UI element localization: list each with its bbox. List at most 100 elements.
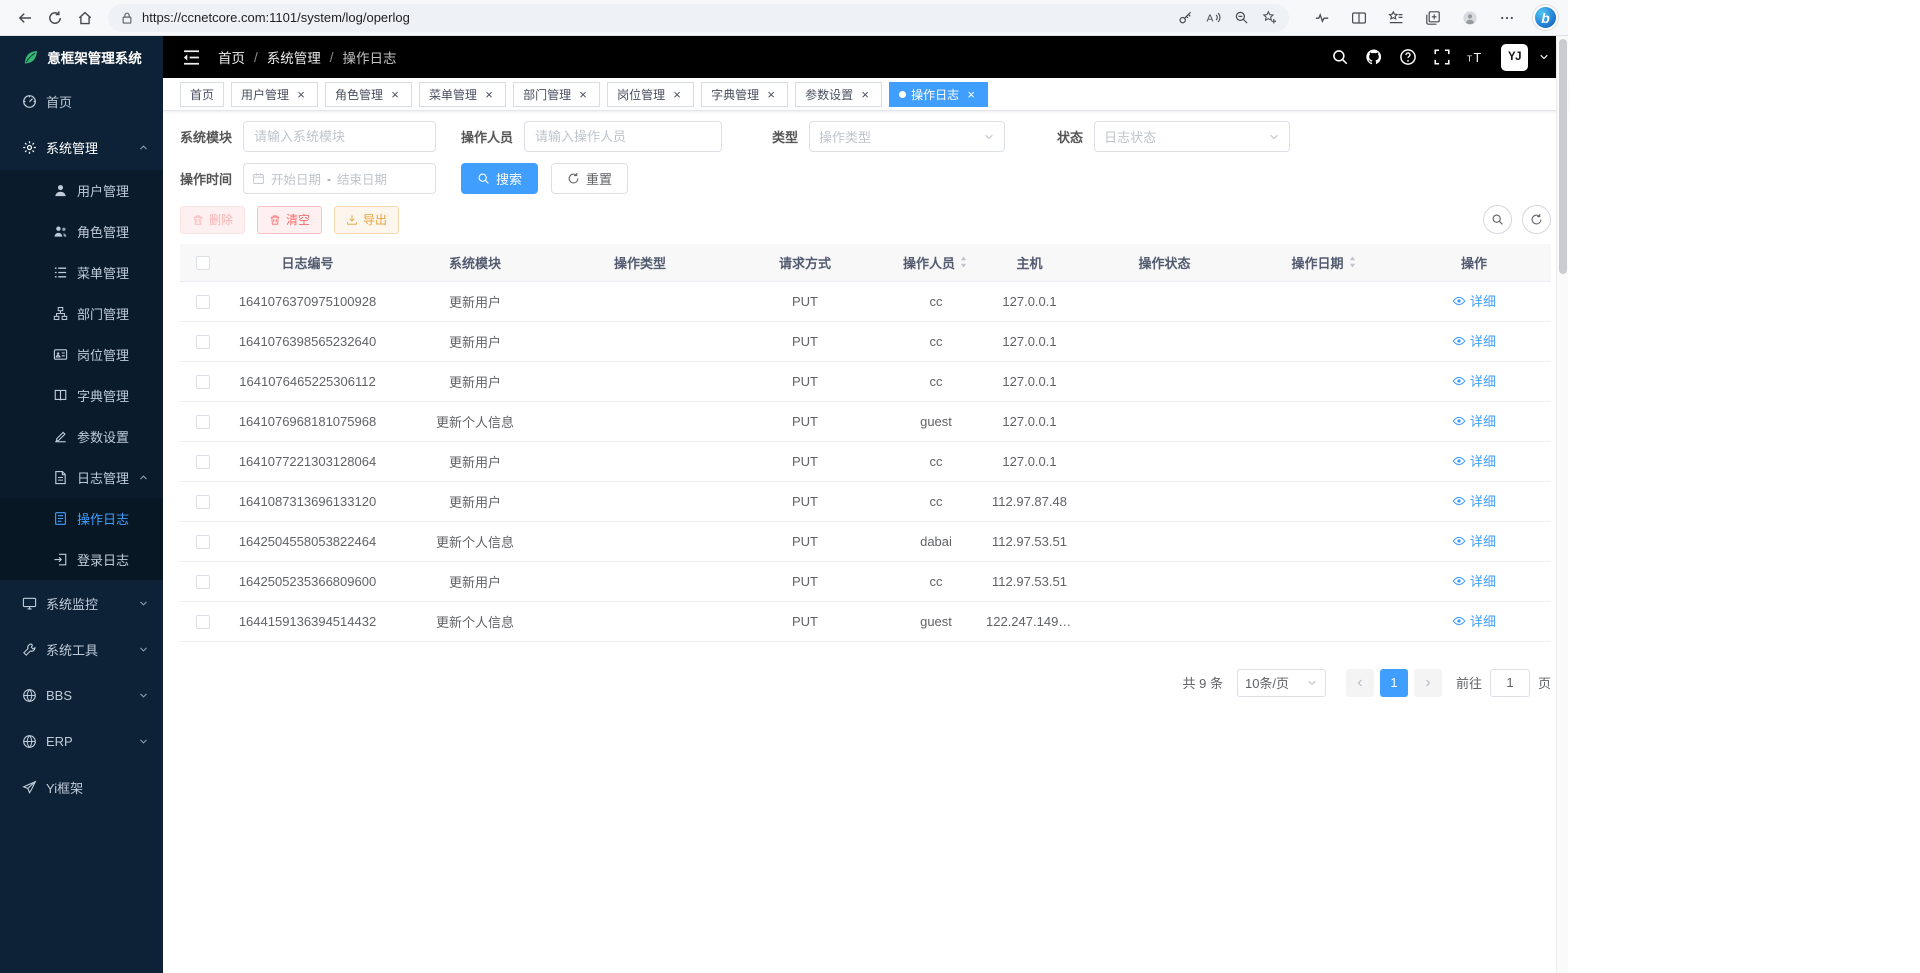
sidebar-item-dict[interactable]: 字典管理	[0, 375, 163, 416]
goto-page-input[interactable]	[1490, 669, 1530, 697]
module-input[interactable]	[243, 121, 436, 152]
operator-input[interactable]	[524, 121, 722, 152]
page-size-select[interactable]: 10条/页	[1237, 669, 1326, 697]
refresh-table-button[interactable]	[1522, 205, 1551, 234]
password-key-icon[interactable]	[1171, 5, 1199, 31]
collections-icon[interactable]	[1418, 4, 1448, 32]
browser-home-icon[interactable]	[70, 4, 100, 32]
sidebar-item-operlog[interactable]: 操作日志	[0, 498, 163, 539]
breadcrumb-item[interactable]: 系统管理	[267, 47, 321, 67]
row-checkbox[interactable]	[196, 415, 210, 429]
detail-link[interactable]: 详细	[1452, 291, 1496, 310]
tab-close-icon[interactable]: ×	[482, 87, 496, 101]
detail-link[interactable]: 详细	[1452, 371, 1496, 390]
status-select[interactable]: 日志状态	[1094, 121, 1290, 152]
tab-param[interactable]: 参数设置×	[795, 82, 882, 107]
tab-close-icon[interactable]: ×	[964, 87, 978, 101]
prev-page-button[interactable]: ‹	[1346, 669, 1374, 697]
toggle-search-button[interactable]	[1483, 205, 1512, 234]
export-button[interactable]: 导出	[334, 206, 399, 234]
clear-button[interactable]: 清空	[257, 206, 322, 234]
page-number-button[interactable]: 1	[1380, 669, 1408, 697]
sidebar-item-bbs[interactable]: BBS	[0, 672, 163, 718]
browser-essentials-icon[interactable]	[1307, 4, 1337, 32]
browser-back-icon[interactable]	[10, 4, 40, 32]
tab-dict[interactable]: 字典管理×	[701, 82, 788, 107]
sidebar-item-dept[interactable]: 部门管理	[0, 293, 163, 334]
user-avatar[interactable]: YJ	[1501, 44, 1528, 71]
detail-link[interactable]: 详细	[1452, 611, 1496, 630]
tab-menu[interactable]: 菜单管理×	[419, 82, 506, 107]
tab-role[interactable]: 角色管理×	[325, 82, 412, 107]
select-all-checkbox[interactable]	[196, 256, 210, 270]
row-checkbox[interactable]	[196, 495, 210, 509]
header-search-icon[interactable]	[1331, 48, 1349, 66]
bing-copilot-icon[interactable]: b	[1533, 5, 1558, 30]
sidebar-item-loginlog[interactable]: 登录日志	[0, 539, 163, 580]
delete-button[interactable]: 删除	[180, 206, 245, 234]
fullscreen-icon[interactable]	[1433, 48, 1451, 66]
sidebar-item-menu[interactable]: 菜单管理	[0, 252, 163, 293]
tab-close-icon[interactable]: ×	[858, 87, 872, 101]
reset-button[interactable]: 重置	[551, 163, 628, 194]
tab-close-icon[interactable]: ×	[764, 87, 778, 101]
breadcrumb-item[interactable]: 首页	[218, 47, 245, 67]
tab-close-icon[interactable]: ×	[576, 87, 590, 101]
sidebar-item-monitor[interactable]: 系统监控	[0, 580, 163, 626]
row-checkbox[interactable]	[196, 535, 210, 549]
github-icon[interactable]	[1365, 48, 1383, 66]
sidebar-item-user[interactable]: 用户管理	[0, 170, 163, 211]
row-checkbox[interactable]	[196, 615, 210, 629]
tab-close-icon[interactable]: ×	[388, 87, 402, 101]
search-button[interactable]: 搜索	[461, 163, 538, 194]
detail-link[interactable]: 详细	[1452, 491, 1496, 510]
url-text[interactable]: https://ccnetcore.com:1101/system/log/op…	[142, 10, 1171, 25]
help-icon[interactable]	[1399, 48, 1417, 66]
user-menu-caret-icon[interactable]	[1538, 51, 1550, 63]
sidebar-item-erp[interactable]: ERP	[0, 718, 163, 764]
next-page-button[interactable]: ›	[1414, 669, 1442, 697]
page-scrollbar[interactable]	[1556, 36, 1568, 973]
sidebar-item-param[interactable]: 参数设置	[0, 416, 163, 457]
favorites-icon[interactable]	[1381, 4, 1411, 32]
add-favorite-star-icon[interactable]	[1255, 5, 1283, 31]
detail-link[interactable]: 详细	[1452, 411, 1496, 430]
scrollbar-thumb[interactable]	[1559, 39, 1567, 274]
tab-home[interactable]: 首页	[180, 82, 224, 107]
sidebar-item-post[interactable]: 岗位管理	[0, 334, 163, 375]
tab-user[interactable]: 用户管理×	[231, 82, 318, 107]
detail-link[interactable]: 详细	[1452, 531, 1496, 550]
sidebar-item-log[interactable]: 日志管理	[0, 457, 163, 498]
row-checkbox[interactable]	[196, 375, 210, 389]
row-checkbox[interactable]	[196, 455, 210, 469]
detail-link[interactable]: 详细	[1452, 451, 1496, 470]
detail-link[interactable]: 详细	[1452, 571, 1496, 590]
type-select[interactable]: 操作类型	[809, 121, 1005, 152]
browser-more-options-icon[interactable]	[1492, 4, 1522, 32]
sidebar-toggle-icon[interactable]	[181, 47, 202, 68]
tab-dept[interactable]: 部门管理×	[513, 82, 600, 107]
sort-caret-icon[interactable]	[958, 255, 969, 269]
date-range-picker[interactable]: 开始日期 - 结束日期	[243, 163, 436, 194]
read-aloud-icon[interactable]: A	[1199, 5, 1227, 31]
tab-post[interactable]: 岗位管理×	[607, 82, 694, 107]
sidebar-item-system[interactable]: 系统管理	[0, 124, 163, 170]
sidebar-item-tools[interactable]: 系统工具	[0, 626, 163, 672]
row-checkbox[interactable]	[196, 335, 210, 349]
detail-link[interactable]: 详细	[1452, 331, 1496, 350]
row-checkbox[interactable]	[196, 295, 210, 309]
browser-address-bar[interactable]: https://ccnetcore.com:1101/system/log/op…	[108, 4, 1289, 32]
tab-operlog[interactable]: 操作日志×	[889, 82, 988, 107]
sort-caret-icon[interactable]	[1347, 255, 1358, 269]
row-checkbox[interactable]	[196, 575, 210, 589]
zoom-icon[interactable]	[1227, 5, 1255, 31]
tab-close-icon[interactable]: ×	[294, 87, 308, 101]
browser-refresh-icon[interactable]	[40, 4, 70, 32]
sidebar-item-home[interactable]: 首页	[0, 78, 163, 124]
split-screen-icon[interactable]	[1344, 4, 1374, 32]
browser-profile-avatar[interactable]	[1455, 4, 1485, 32]
font-size-icon[interactable]: TT	[1467, 48, 1485, 66]
tab-close-icon[interactable]: ×	[670, 87, 684, 101]
sidebar-item-role[interactable]: 角色管理	[0, 211, 163, 252]
sidebar-item-yiframe[interactable]: Yi框架	[0, 764, 163, 810]
